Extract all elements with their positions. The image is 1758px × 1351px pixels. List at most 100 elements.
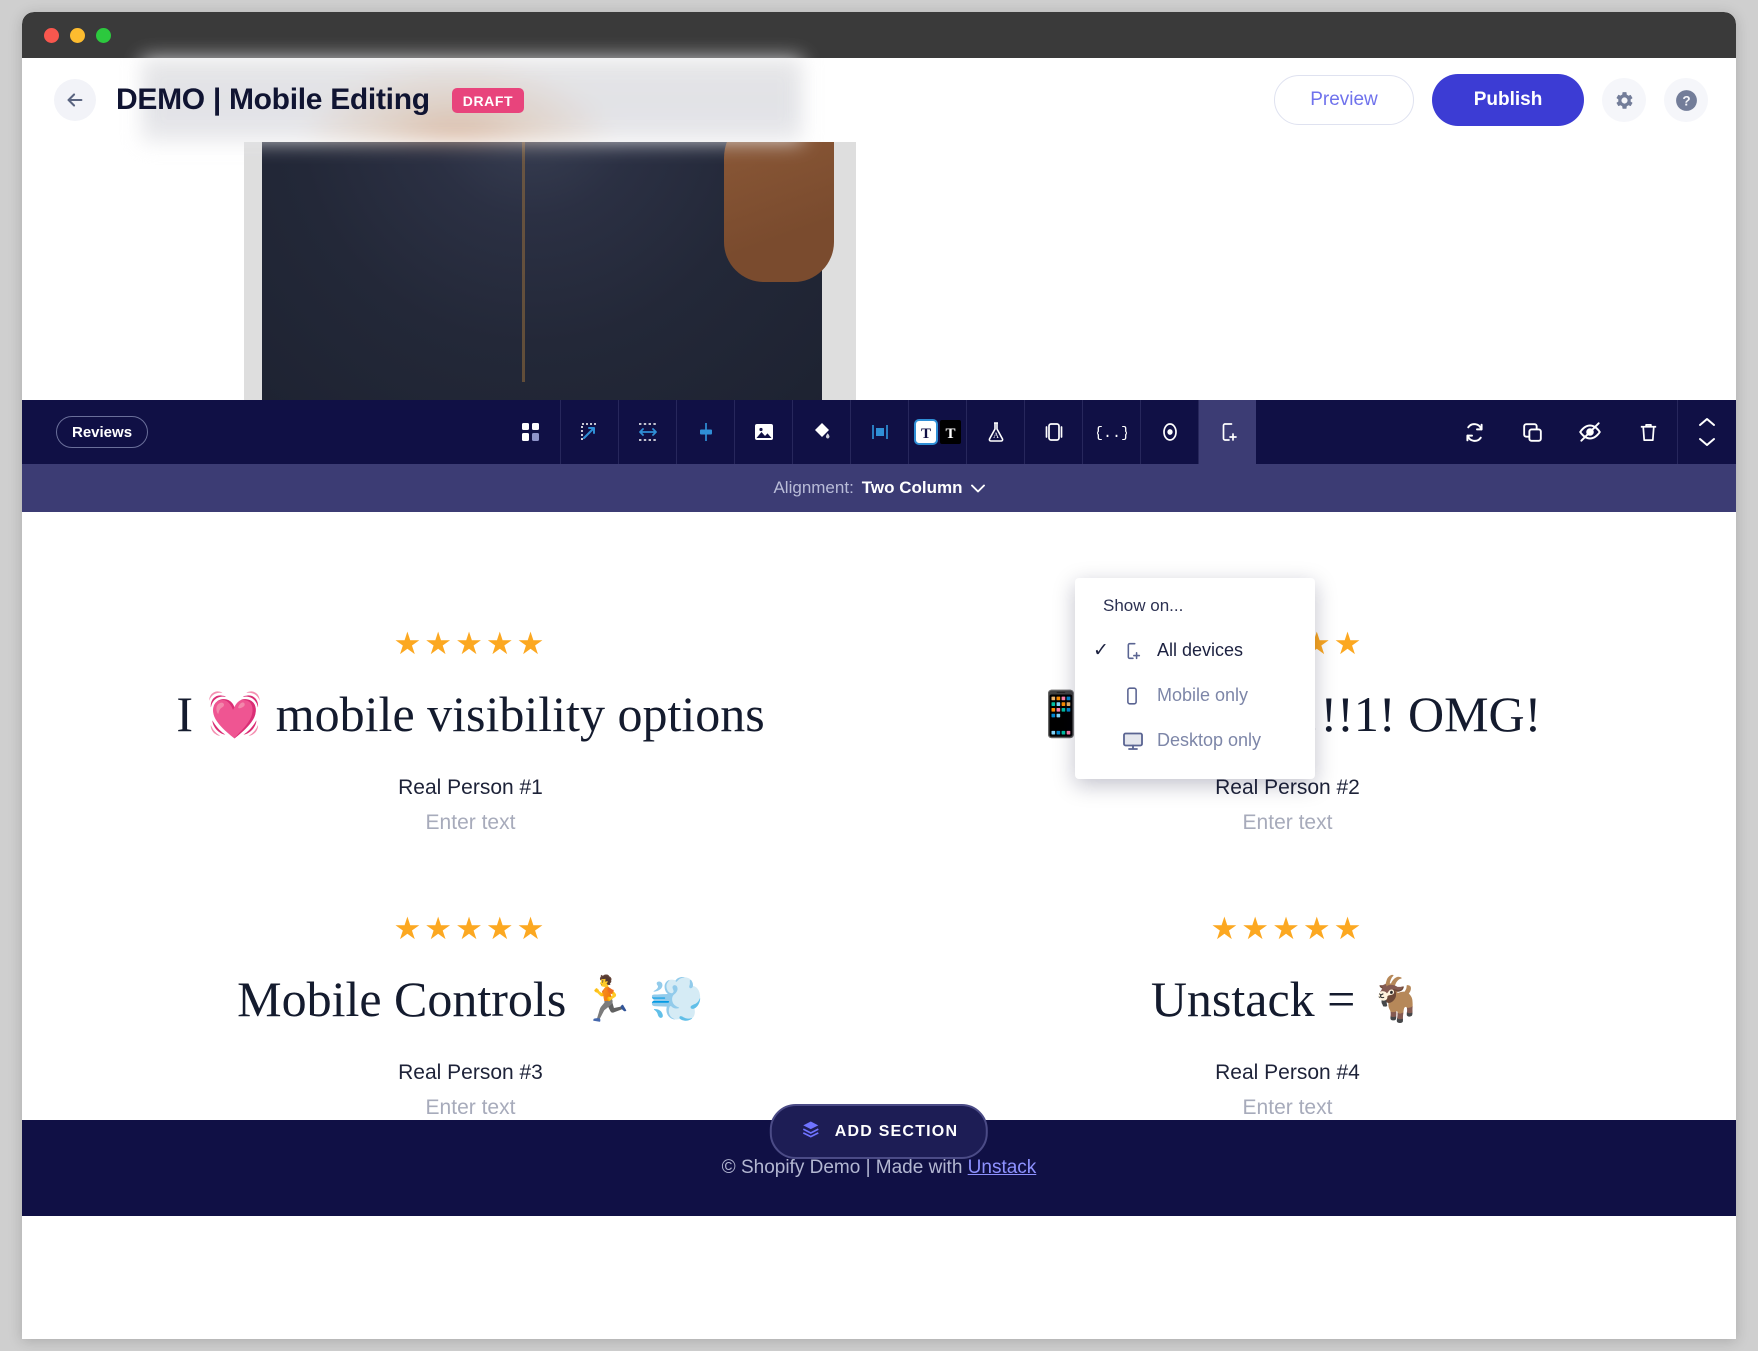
review-card[interactable]: ★★★★★ Unstack = 🐐 Real Person #4 Enter t… xyxy=(879,913,1696,1120)
action-duplicate[interactable] xyxy=(1503,400,1561,464)
tool-background[interactable] xyxy=(850,400,908,464)
browser-window: DEMO | Mobile Editing DRAFT Preview Publ… xyxy=(22,12,1736,1339)
review-title[interactable]: Mobile Controls 🏃 💨 xyxy=(88,970,853,1029)
tool-embed-code[interactable]: {..} xyxy=(1082,400,1140,464)
code-braces-icon: {..} xyxy=(1097,425,1127,442)
dropdown-item-all-devices[interactable]: ✓ All devices xyxy=(1075,628,1315,673)
star-rating: ★★★★★ xyxy=(1210,911,1365,946)
svg-text:A: A xyxy=(993,431,999,440)
hide-eye-icon xyxy=(1579,422,1601,442)
chevron-up-icon xyxy=(1699,418,1715,426)
review-author[interactable]: Real Person #1 xyxy=(88,776,853,800)
mobile-icon xyxy=(1121,685,1157,707)
alignment-label: Alignment: xyxy=(773,478,854,497)
review-body-placeholder[interactable]: Enter text xyxy=(88,811,853,835)
show-on-dropdown: Show on... ✓ All devices Mobile only Des… xyxy=(1075,578,1315,779)
preview-button[interactable]: Preview xyxy=(1274,75,1414,125)
review-title-pre: I xyxy=(176,686,193,742)
app-header: DEMO | Mobile Editing DRAFT Preview Publ… xyxy=(22,58,1736,142)
review-card[interactable]: ★★★★★ I 💓 mobile visibility options Real… xyxy=(62,628,879,835)
device-visibility-icon xyxy=(1222,423,1237,441)
add-section-label: ADD SECTION xyxy=(834,1122,959,1140)
element-toolbar-wrapper: Reviews T T A .. Alignment: Two Column xyxy=(22,400,1736,512)
arrow-left-icon xyxy=(67,93,83,107)
help-button[interactable]: ? xyxy=(1664,78,1708,122)
chevron-down-icon xyxy=(1699,438,1715,446)
dropdown-item-mobile-only[interactable]: Mobile only xyxy=(1075,673,1315,718)
tool-columns[interactable] xyxy=(1024,400,1082,464)
review-title-pre: Mobile Controls xyxy=(237,971,567,1027)
status-badge: DRAFT xyxy=(451,87,525,113)
dash-emoji: 💨 xyxy=(649,974,704,1024)
tool-resize[interactable] xyxy=(560,400,618,464)
dropdown-label: Desktop only xyxy=(1157,730,1262,750)
footer-copyright-pre: © Shopify xyxy=(721,1157,810,1178)
background-icon xyxy=(871,425,888,439)
alignment-subbar: Alignment: Two Column xyxy=(22,464,1736,512)
footer-copyright: © Shopify Demo | Made with Unstack xyxy=(722,1157,1037,1179)
review-body-placeholder[interactable]: Enter text xyxy=(905,1096,1670,1120)
runner-emoji: 🏃 xyxy=(580,974,636,1024)
review-author[interactable]: Real Person #2 xyxy=(905,776,1670,800)
action-hide[interactable] xyxy=(1561,400,1619,464)
tool-device-visibility[interactable] xyxy=(1198,400,1256,464)
tool-grid-layout[interactable] xyxy=(502,400,560,464)
photo-hand xyxy=(724,142,834,282)
selected-section-label[interactable]: Reviews xyxy=(56,416,149,448)
device-all-icon xyxy=(1121,640,1157,662)
trash-icon xyxy=(1640,423,1656,441)
gear-icon xyxy=(1615,91,1633,109)
window-close-button[interactable] xyxy=(44,27,59,43)
review-author[interactable]: Real Person #3 xyxy=(88,1061,853,1085)
action-delete[interactable] xyxy=(1619,400,1677,464)
publish-button[interactable]: Publish xyxy=(1432,74,1584,126)
goat-emoji: 🐐 xyxy=(1369,974,1425,1024)
dropdown-item-desktop-only[interactable]: Desktop only xyxy=(1075,718,1315,763)
header-actions: Preview Publish ? xyxy=(1274,74,1708,126)
layers-icon xyxy=(800,1119,822,1144)
alignment-select[interactable]: Two Column xyxy=(862,478,985,498)
action-refresh[interactable] xyxy=(1445,400,1503,464)
target-icon xyxy=(1162,423,1177,441)
resize-icon xyxy=(580,423,598,440)
tool-fill-color[interactable] xyxy=(792,400,850,464)
tool-align[interactable] xyxy=(676,400,734,464)
site-footer: © Shopify Demo | Made with Unstack ADD S… xyxy=(22,1104,1736,1216)
svg-text:?: ? xyxy=(1682,93,1690,108)
review-card[interactable]: ★★★★★ Mobile Controls 🏃 💨 Real Person #3… xyxy=(62,913,879,1120)
review-body-placeholder[interactable]: Enter text xyxy=(88,1096,853,1120)
back-button[interactable] xyxy=(54,79,96,121)
image-icon xyxy=(754,424,773,440)
product-photo xyxy=(244,142,856,400)
add-section-button[interactable]: ADD SECTION xyxy=(769,1104,989,1159)
unstack-link[interactable]: Unstack xyxy=(968,1157,1037,1178)
reorder-controls[interactable] xyxy=(1678,400,1736,464)
review-title[interactable]: I 💓 mobile visibility options xyxy=(88,685,853,744)
review-body-placeholder[interactable]: Enter text xyxy=(905,811,1670,835)
hero-section xyxy=(22,142,1736,400)
tool-ab-test[interactable]: A xyxy=(966,400,1024,464)
reviews-grid: ★★★★★ I 💓 mobile visibility options Real… xyxy=(22,512,1736,1120)
alignment-value: Two Column xyxy=(861,478,963,497)
settings-button[interactable] xyxy=(1602,78,1646,122)
spacing-icon xyxy=(638,423,657,441)
review-author[interactable]: Real Person #4 xyxy=(905,1061,1670,1085)
tool-personalize[interactable] xyxy=(1140,400,1198,464)
dropdown-label: All devices xyxy=(1157,640,1244,660)
footer-copyright-mid: Demo | Made with xyxy=(809,1157,968,1178)
svg-text:{..}: {..} xyxy=(1097,425,1127,442)
review-title-post: mobile visibility options xyxy=(275,686,765,742)
grid-layout-icon xyxy=(522,423,539,441)
tool-text-style[interactable]: T T xyxy=(908,400,966,464)
chevron-down-icon xyxy=(970,484,985,492)
tool-image[interactable] xyxy=(734,400,792,464)
columns-icon xyxy=(1045,423,1062,441)
review-title[interactable]: Unstack = 🐐 xyxy=(905,970,1670,1029)
tool-spacing[interactable] xyxy=(618,400,676,464)
check-icon: ✓ xyxy=(1093,640,1109,661)
star-rating: ★★★★★ xyxy=(393,626,548,661)
window-minimize-button[interactable] xyxy=(70,27,85,43)
align-icon xyxy=(699,423,712,441)
dropdown-label: Mobile only xyxy=(1157,685,1249,705)
window-zoom-button[interactable] xyxy=(96,27,111,43)
